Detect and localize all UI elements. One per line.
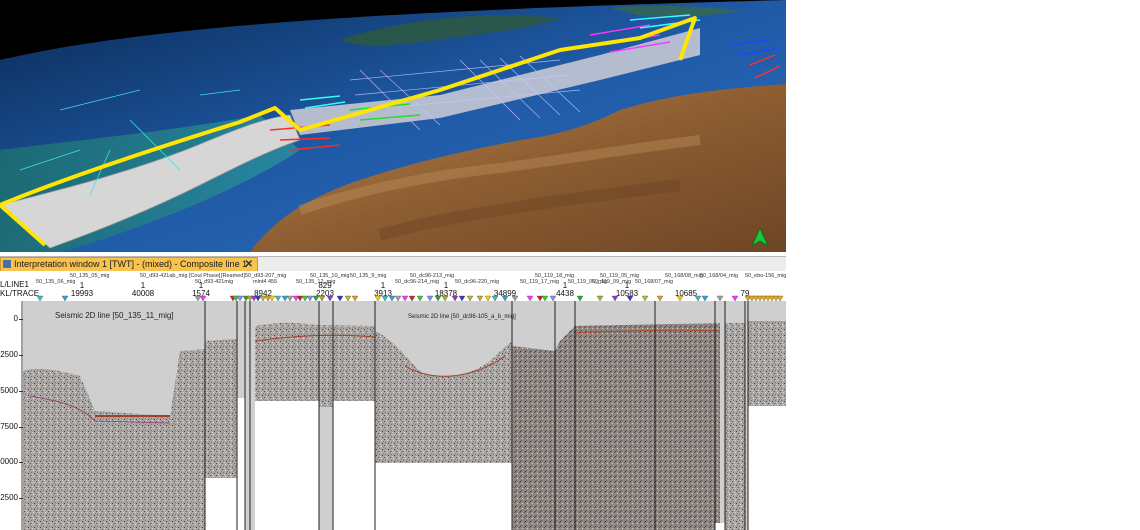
twt-tick-label: 2500	[0, 350, 18, 359]
section-header: L/LINE1 KL/TRACE 50_135_06_mig 50_135_05_…	[0, 271, 786, 301]
window-tab-bar: Interpretation window 1 [TWT] - (mixed) …	[0, 256, 786, 272]
twt-tick-label: 12500	[0, 493, 18, 502]
twt-tick	[19, 462, 23, 463]
3d-map-view[interactable]	[0, 0, 786, 252]
panel-title-left: Seismic 2D line [50_135_11_mig]	[55, 311, 174, 320]
twt-tick-label: 7500	[0, 422, 18, 431]
twt-tick	[19, 498, 23, 499]
interpretation-window-tab[interactable]: Interpretation window 1 [TWT] - (mixed) …	[0, 257, 258, 272]
tab-title: Interpretation window 1 [TWT] - (mixed) …	[14, 259, 248, 269]
twt-tick	[19, 319, 23, 320]
close-icon[interactable]: ✕	[245, 258, 253, 271]
twt-tick	[19, 427, 23, 428]
panel-title-mid: Seismic 2D line [50_dc96-105_a_b_mig]	[408, 314, 516, 320]
blank-area	[786, 0, 1140, 530]
twt-tick-label: 0	[13, 314, 18, 323]
twt-tick-label: 10000	[0, 457, 18, 466]
twt-tick-label: 5000	[0, 386, 18, 395]
twt-tick	[19, 391, 23, 392]
interpretation-window-icon	[3, 260, 11, 268]
twt-tick	[19, 355, 23, 356]
line-intersection-markers	[36, 295, 784, 301]
